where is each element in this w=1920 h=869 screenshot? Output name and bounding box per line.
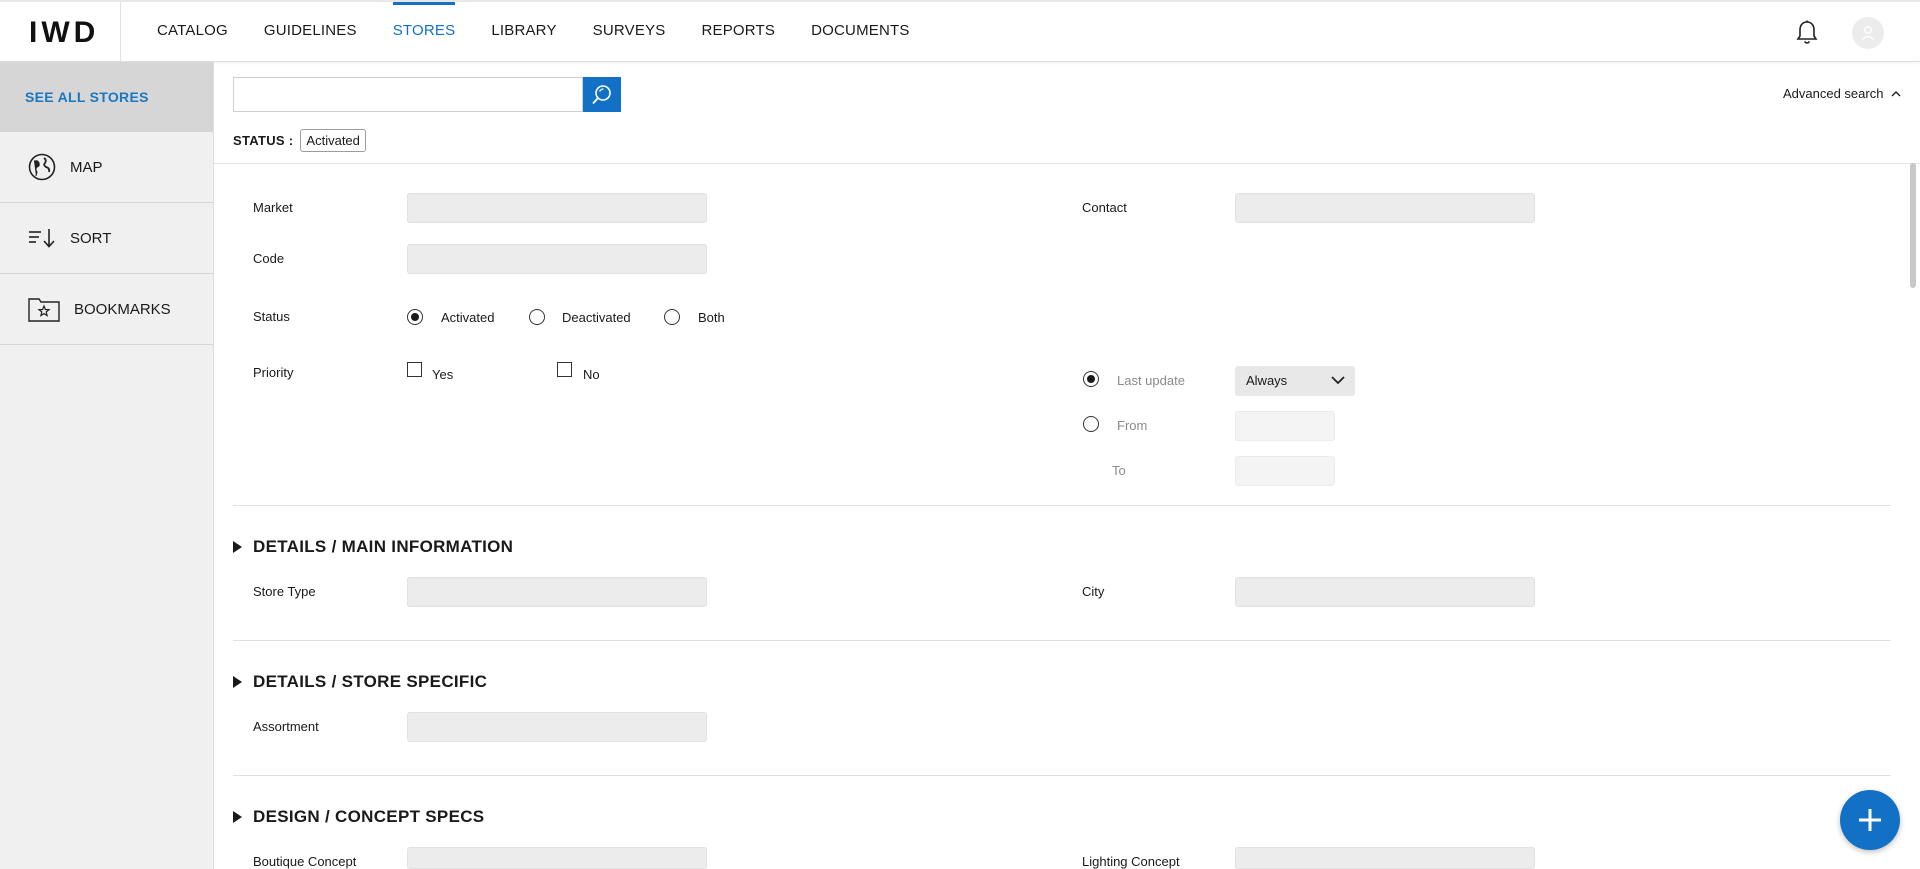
section-divider (233, 775, 1891, 776)
sidebar-item-label: SORT (70, 229, 112, 247)
user-avatar-icon[interactable] (1852, 17, 1884, 49)
priority-yes-checkbox[interactable] (407, 362, 422, 377)
logo[interactable]: IWD (29, 16, 99, 50)
last-update-select[interactable]: Always (1235, 366, 1355, 396)
nav-guidelines[interactable]: GUIDELINES (264, 2, 357, 62)
sidebar-item-bookmarks[interactable]: BOOKMARKS (0, 274, 213, 345)
status-filter: STATUS : Activated (233, 129, 366, 152)
section-main-information[interactable]: DETAILS / MAIN INFORMATION (233, 537, 513, 557)
section-title: DETAILS / MAIN INFORMATION (253, 537, 514, 556)
sidebar-item-label: BOOKMARKS (74, 300, 171, 318)
priority-yes-label: Yes (432, 367, 454, 382)
search-icon (592, 84, 611, 104)
scrollbar[interactable] (1910, 163, 1916, 288)
nav-stores[interactable]: STORES (392, 2, 456, 62)
plus-icon (1859, 809, 1881, 831)
status-both-radio[interactable] (664, 309, 680, 325)
sidebar-item-map[interactable]: MAP (0, 132, 213, 203)
priority-no-label: No (583, 367, 600, 382)
filter-divider (214, 163, 1920, 164)
status-both-label: Both (698, 310, 725, 325)
priority-no-checkbox[interactable] (557, 362, 572, 377)
section-title: DESIGN / CONCEPT SPECS (253, 807, 485, 826)
status-label: Status (253, 309, 290, 324)
section-divider (233, 505, 1891, 506)
nav-catalog[interactable]: CATALOG (157, 2, 228, 62)
to-date-field[interactable] (1235, 456, 1335, 486)
code-field[interactable] (407, 244, 707, 274)
store-type-field[interactable] (407, 577, 707, 607)
caret-right-icon (233, 676, 242, 688)
bell-icon[interactable] (1795, 20, 1819, 46)
assortment-label: Assortment (253, 719, 319, 734)
top-navigation-bar: IWD CATALOG GUIDELINES STORES LIBRARY SU… (0, 0, 1920, 62)
contact-label: Contact (1082, 200, 1127, 215)
sort-icon (29, 229, 55, 248)
caret-right-icon (233, 541, 242, 553)
boutique-concept-field[interactable] (407, 847, 707, 869)
boutique-concept-label: Boutique Concept (253, 854, 357, 869)
nav-library[interactable]: LIBRARY (491, 2, 556, 62)
advanced-search-toggle[interactable]: Advanced search (1783, 86, 1901, 101)
status-chip[interactable]: Activated (300, 129, 366, 152)
code-label: Code (253, 251, 285, 266)
advanced-search-label: Advanced search (1783, 86, 1884, 101)
status-deactivated-label: Deactivated (562, 310, 631, 325)
chevron-down-icon (1331, 376, 1345, 385)
city-label: City (1082, 584, 1105, 599)
status-activated-label: Activated (441, 310, 495, 325)
last-update-radio[interactable] (1083, 371, 1099, 387)
see-all-stores-link[interactable]: SEE ALL STORES (0, 62, 213, 132)
main-nav: CATALOG GUIDELINES STORES LIBRARY SURVEY… (157, 2, 946, 62)
from-label: From (1117, 418, 1148, 433)
nav-surveys[interactable]: SURVEYS (593, 2, 666, 62)
caret-right-icon (233, 811, 242, 823)
priority-label: Priority (253, 365, 294, 380)
chevron-up-icon (1891, 91, 1901, 97)
last-update-value: Always (1246, 373, 1288, 388)
folder-star-icon (28, 298, 60, 322)
contact-field[interactable] (1235, 193, 1535, 223)
from-date-field[interactable] (1235, 411, 1335, 441)
section-divider (233, 640, 1891, 641)
sidebar-item-sort[interactable]: SORT (0, 203, 213, 274)
city-field[interactable] (1235, 577, 1535, 607)
section-store-specific[interactable]: DETAILS / STORE SPECIFIC (233, 672, 487, 692)
market-label: Market (253, 200, 293, 215)
search-input[interactable] (233, 77, 583, 112)
sidebar-item-label: MAP (70, 158, 103, 176)
market-field[interactable] (407, 193, 707, 223)
to-label: To (1112, 463, 1126, 478)
lighting-concept-label: Lighting Concept (1082, 854, 1180, 869)
search-button[interactable] (583, 77, 621, 112)
lighting-concept-field[interactable] (1235, 847, 1535, 869)
globe-icon (28, 153, 56, 181)
nav-documents[interactable]: DOCUMENTS (811, 2, 909, 62)
assortment-field[interactable] (407, 712, 707, 742)
last-update-label: Last update (1117, 373, 1185, 388)
status-filter-label: STATUS : (233, 133, 294, 148)
logo-divider (120, 2, 121, 62)
section-concept-specs[interactable]: DESIGN / CONCEPT SPECS (233, 807, 484, 827)
section-title: DETAILS / STORE SPECIFIC (253, 672, 488, 691)
status-activated-radio[interactable] (407, 309, 423, 325)
sidebar: SEE ALL STORES MAP SORT BOOKMARKS (0, 62, 214, 869)
nav-reports[interactable]: REPORTS (701, 2, 775, 62)
from-radio[interactable] (1083, 416, 1099, 432)
status-deactivated-radio[interactable] (529, 309, 545, 325)
add-store-button[interactable] (1840, 790, 1900, 850)
store-type-label: Store Type (253, 584, 316, 599)
